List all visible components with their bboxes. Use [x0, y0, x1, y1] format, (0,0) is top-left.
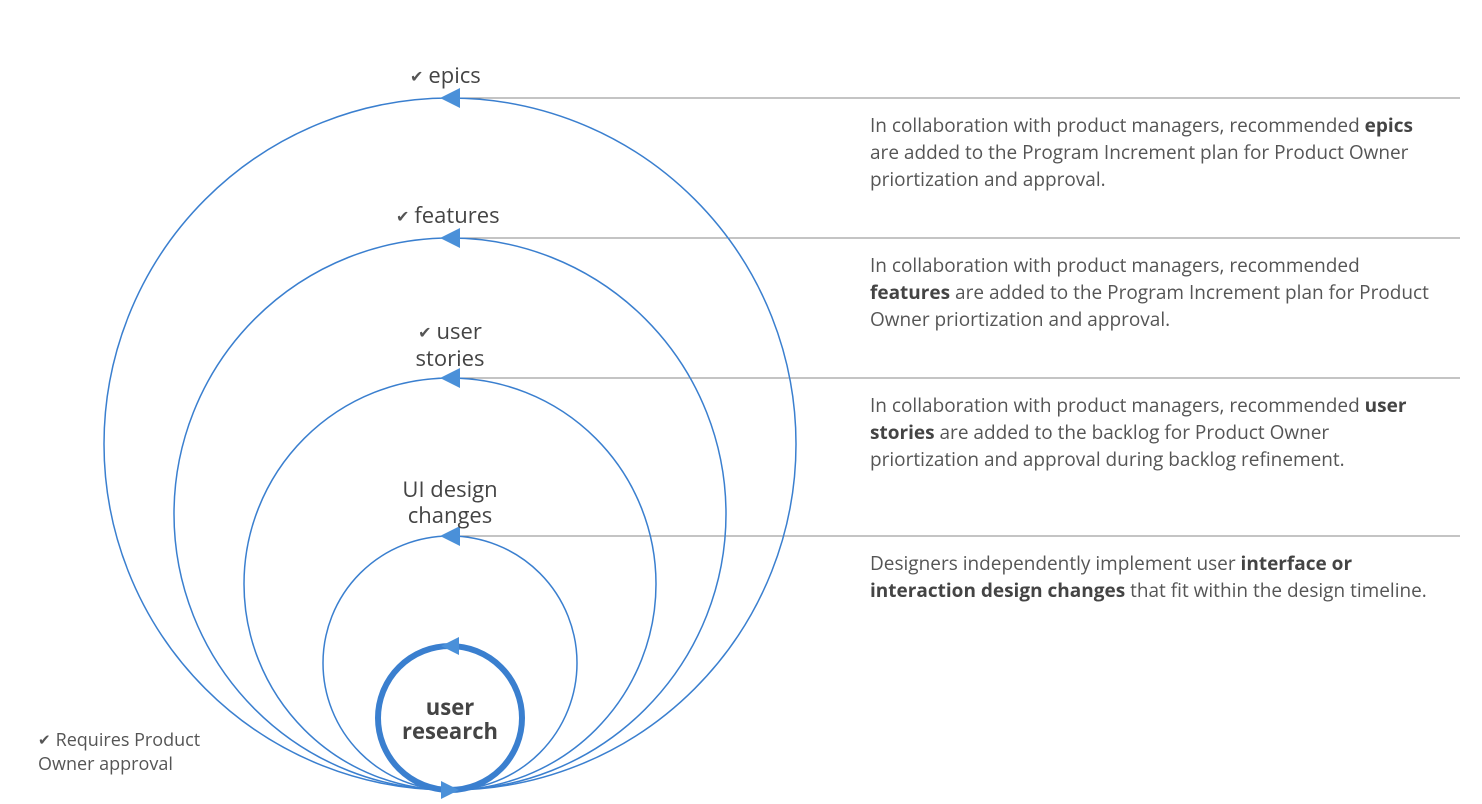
check-icon: ✔ [418, 319, 431, 345]
label-features: ✔features [396, 202, 500, 229]
check-icon: ✔ [410, 63, 423, 89]
label-stories: ✔user stories [380, 318, 520, 371]
legend: ✔Requires Product Owner approval [38, 728, 238, 776]
desc-features: In collaboration with product managers, … [870, 252, 1430, 333]
label-ui: UI design changes [380, 476, 520, 528]
ring-features-arrow [440, 228, 460, 248]
ring-epics-arrow [440, 88, 460, 108]
check-icon: ✔ [38, 728, 51, 752]
label-center: user research [380, 695, 520, 743]
desc-epics: In collaboration with product managers, … [870, 112, 1430, 193]
check-icon: ✔ [396, 203, 409, 229]
desc-ui: Designers independently implement user i… [870, 550, 1430, 604]
desc-stories: In collaboration with product managers, … [870, 392, 1430, 473]
label-epics: ✔epics [410, 62, 481, 89]
diagram-canvas: ✔epics ✔features ✔user stories UI design… [0, 0, 1482, 804]
